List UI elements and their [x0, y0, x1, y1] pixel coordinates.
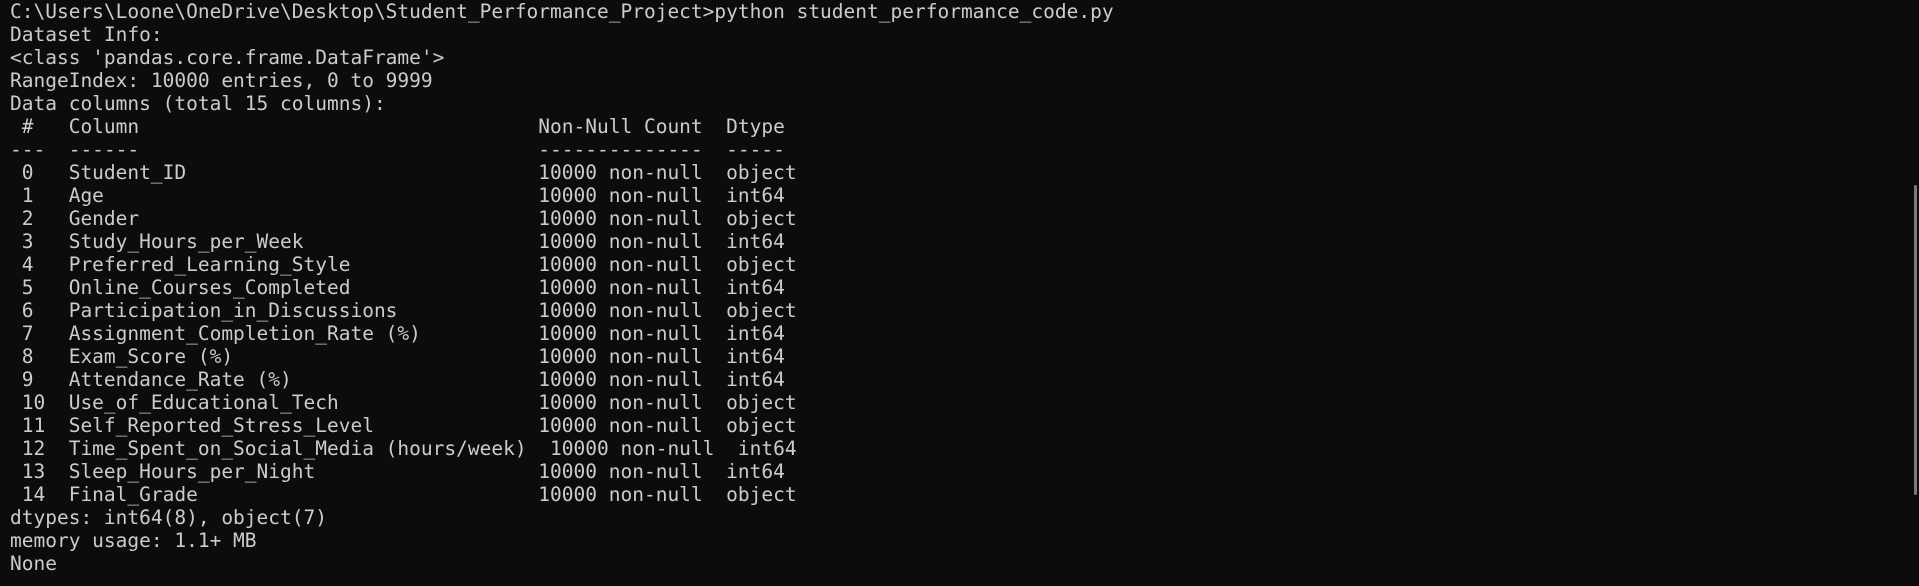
table-row: 1 Age 10000 non-null int64 — [10, 184, 797, 207]
command-prompt-line: C:\Users\Loone\OneDrive\Desktop\Student_… — [10, 0, 1114, 23]
vertical-scrollbar[interactable] — [1911, 0, 1919, 586]
table-row: 7 Assignment_Completion_Rate (%) 10000 n… — [10, 322, 797, 345]
output-line-dtypes: dtypes: int64(8), object(7) — [10, 506, 327, 529]
table-header-separator: --- ------ -------------- ----- — [10, 138, 797, 161]
table-row: 0 Student_ID 10000 non-null object — [10, 161, 797, 184]
table-row: 13 Sleep_Hours_per_Night 10000 non-null … — [10, 460, 797, 483]
table-row: 9 Attendance_Rate (%) 10000 non-null int… — [10, 368, 797, 391]
table-row: 10 Use_of_Educational_Tech 10000 non-nul… — [10, 391, 797, 414]
output-line-range-index: RangeIndex: 10000 entries, 0 to 9999 — [10, 69, 433, 92]
table-row: 8 Exam_Score (%) 10000 non-null int64 — [10, 345, 797, 368]
output-line-data-columns: Data columns (total 15 columns): — [10, 92, 386, 115]
table-row: 3 Study_Hours_per_Week 10000 non-null in… — [10, 230, 797, 253]
table-row: 14 Final_Grade 10000 non-null object — [10, 483, 797, 506]
table-row: 12 Time_Spent_on_Social_Media (hours/wee… — [10, 437, 809, 460]
scrollbar-thumb[interactable] — [1914, 185, 1917, 495]
table-row: 2 Gender 10000 non-null object — [10, 207, 797, 230]
table-row: 6 Participation_in_Discussions 10000 non… — [10, 299, 797, 322]
table-row: 11 Self_Reported_Stress_Level 10000 non-… — [10, 414, 797, 437]
table-header: # Column Non-Null Count Dtype — [10, 115, 797, 138]
output-line-none: None — [10, 552, 57, 575]
output-line-dataset-info: Dataset Info: — [10, 23, 163, 46]
output-line-class: <class 'pandas.core.frame.DataFrame'> — [10, 46, 445, 69]
table-row: 5 Online_Courses_Completed 10000 non-nul… — [10, 276, 797, 299]
output-line-memory-usage: memory usage: 1.1+ MB — [10, 529, 257, 552]
terminal-window[interactable]: C:\Users\Loone\OneDrive\Desktop\Student_… — [0, 0, 1919, 586]
table-row: 4 Preferred_Learning_Style 10000 non-nul… — [10, 253, 797, 276]
